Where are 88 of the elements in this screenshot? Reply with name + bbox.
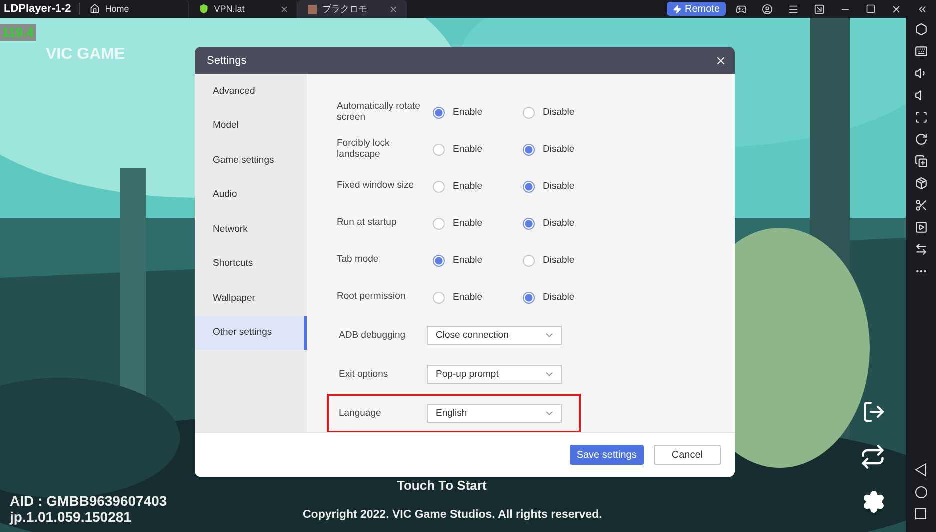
setting-label: Run at startup xyxy=(337,218,398,229)
setting-label: Automatically rotate screen xyxy=(337,102,422,124)
settings-nav-item[interactable]: Advanced xyxy=(195,74,307,108)
setting-label: Exit options xyxy=(339,369,390,380)
radio-label: Disable xyxy=(543,144,575,155)
settings-nav-item[interactable]: Wallpaper xyxy=(195,281,307,316)
close-icon[interactable] xyxy=(280,4,290,14)
radio-label: Enable xyxy=(453,292,483,303)
account-id: AID : GMBB9639607403 xyxy=(10,493,168,510)
close-icon[interactable] xyxy=(715,54,727,66)
save-button[interactable]: Save settings xyxy=(570,445,644,465)
tab-label: Home xyxy=(105,4,130,14)
game-logo: VIC GAME xyxy=(46,46,126,64)
fullscreen-icon[interactable] xyxy=(914,111,928,124)
radio-button[interactable] xyxy=(523,292,535,304)
radio-button[interactable] xyxy=(433,218,445,230)
dropdown-field[interactable]: Pop-up prompt xyxy=(427,365,562,384)
setting-label: Fixed window size xyxy=(337,181,416,192)
tab-label: ブラクロモ xyxy=(322,2,368,16)
video-icon[interactable] xyxy=(914,221,928,234)
close-icon[interactable] xyxy=(389,4,398,14)
radio-label: Disable xyxy=(543,255,575,266)
package-icon[interactable] xyxy=(914,177,928,190)
window-icon[interactable] xyxy=(814,4,825,14)
settings-nav-item[interactable]: Game settings xyxy=(195,143,307,178)
setting-label: Tab mode xyxy=(337,255,380,266)
radio-button[interactable] xyxy=(433,180,445,192)
game-thumbnail-icon xyxy=(308,4,318,14)
settings-nav-item[interactable]: Model xyxy=(195,108,307,143)
settings-nav-item[interactable]: Other settings xyxy=(195,316,307,350)
app-title: LDPlayer-1-2 xyxy=(0,3,80,15)
setting-label: Language xyxy=(339,408,382,419)
maximize-icon[interactable] xyxy=(866,4,876,14)
radio-button[interactable] xyxy=(523,254,535,266)
logout-icon[interactable] xyxy=(862,400,886,424)
radio-label: Enable xyxy=(453,144,483,155)
add-window-icon[interactable] xyxy=(914,155,928,168)
radio-label: Enable xyxy=(453,181,483,192)
radio-label: Disable xyxy=(543,218,575,229)
remote-button[interactable]: Remote xyxy=(666,2,726,16)
radio-button[interactable] xyxy=(433,106,445,118)
scissors-icon[interactable] xyxy=(914,199,928,212)
dialog-title: Settings xyxy=(207,54,247,66)
copyright-text: Copyright 2022. VIC Game Studios. All rights reserved. xyxy=(303,509,602,522)
tab-label: VPN.lat xyxy=(214,4,246,14)
home-icon[interactable] xyxy=(914,486,928,499)
keyboard-icon[interactable] xyxy=(914,45,928,58)
version-text: jp.1.01.059.150281 xyxy=(10,509,132,526)
gamepad-icon[interactable] xyxy=(736,4,747,14)
start-prompt[interactable]: Touch To Start xyxy=(397,479,487,494)
setting-label: Forcibly lock landscape xyxy=(337,138,391,160)
radio-button[interactable] xyxy=(433,144,445,156)
radio-label: Enable xyxy=(453,255,483,266)
user-icon[interactable] xyxy=(762,4,773,14)
home-icon xyxy=(90,4,100,14)
setting-label: Root permission xyxy=(337,292,407,303)
fps-counter: 119.4 xyxy=(0,24,36,41)
shield-icon xyxy=(199,4,210,14)
radio-label: Disable xyxy=(543,181,575,192)
rotate-icon[interactable] xyxy=(914,133,928,146)
setting-label: ADB debugging xyxy=(339,330,407,341)
radio-label: Enable xyxy=(453,218,483,229)
swap-icon[interactable] xyxy=(860,444,886,470)
radio-button[interactable] xyxy=(433,254,445,266)
recents-icon[interactable] xyxy=(915,508,927,520)
radio-label: Enable xyxy=(453,107,483,118)
close-icon[interactable] xyxy=(891,4,902,14)
radio-button[interactable] xyxy=(433,292,445,304)
menu-icon[interactable] xyxy=(788,4,799,14)
radio-button[interactable] xyxy=(523,180,535,192)
radio-label: Disable xyxy=(543,292,575,303)
volume-up-icon[interactable] xyxy=(914,67,928,80)
browser-tab[interactable]: ブラクロモ xyxy=(298,0,408,18)
back-icon[interactable] xyxy=(915,463,927,477)
settings-nav-item[interactable]: Audio xyxy=(195,178,307,212)
lightning-icon xyxy=(672,4,682,14)
dropdown-field[interactable]: Close connection xyxy=(427,326,562,345)
radio-button[interactable] xyxy=(523,144,535,156)
hexagon-icon[interactable] xyxy=(914,23,928,36)
radio-label: Disable xyxy=(543,107,575,118)
dropdown-field[interactable]: English xyxy=(427,404,562,423)
radio-button[interactable] xyxy=(523,106,535,118)
settings-nav-item[interactable]: Network xyxy=(195,212,307,246)
settings-nav-item[interactable]: Shortcuts xyxy=(195,246,307,281)
cancel-button[interactable]: Cancel xyxy=(654,445,721,465)
radio-button[interactable] xyxy=(523,218,535,230)
collapse-icon[interactable] xyxy=(917,4,928,14)
sync-icon[interactable] xyxy=(914,243,928,256)
